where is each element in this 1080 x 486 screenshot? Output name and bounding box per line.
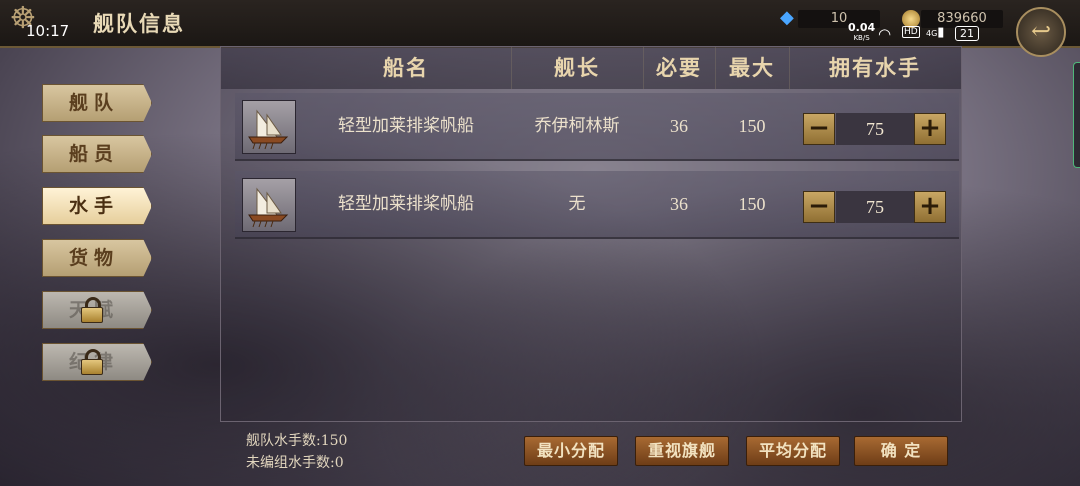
table-header: 船名 舰长 必要 最大 拥有水手: [221, 47, 961, 89]
lock-icon: [81, 297, 103, 323]
minus-button[interactable]: −: [803, 191, 835, 223]
ship-name: 轻型加莱排桨帆船: [338, 116, 474, 136]
focus-flagship-button[interactable]: 重视旗舰: [635, 436, 729, 466]
page-title: 舰队信息: [93, 11, 185, 36]
wifi-icon: ◠: [878, 25, 892, 43]
col-captain: 舰长: [511, 47, 644, 89]
sidebar-item-discipline[interactable]: 纪律: [42, 343, 152, 381]
minus-button[interactable]: −: [803, 113, 835, 145]
fleet-sailors-total: 舰队水手数:150: [246, 430, 347, 450]
unassigned-value: 0: [334, 455, 344, 471]
unassigned-label: 未编组水手数:: [246, 455, 335, 471]
sidebar-item-sailors[interactable]: 水手: [42, 187, 152, 225]
plus-button[interactable]: +: [914, 113, 946, 145]
hd-icon: HD: [902, 26, 920, 38]
ship-thumbnail[interactable]: [242, 178, 296, 232]
net-speed: 0.04 KB/S: [848, 21, 876, 42]
sidebar-item-crew[interactable]: 船员: [42, 135, 152, 173]
lock-icon: [81, 349, 103, 375]
unassigned-sailors: 未编组水手数:0: [246, 452, 344, 472]
col-max: 最大: [715, 47, 790, 89]
required-sailors: 36: [670, 116, 688, 136]
sidebar-item-talent[interactable]: 天赋: [42, 291, 152, 329]
top-bar: ☸ 10:17 舰队信息 ◆ 10 839660 0.04 KB/S ◠ HD …: [0, 0, 1080, 48]
col-required: 必要: [643, 47, 716, 89]
max-sailors: 150: [738, 116, 766, 136]
status-time: 10:17: [26, 22, 70, 40]
captain-name: 无: [568, 194, 586, 214]
table-row: 轻型加莱排桨帆船 乔伊柯林斯 36 150 − 75 +: [235, 93, 959, 161]
sidebar-item-fleet[interactable]: 舰队: [42, 84, 152, 122]
confirm-button[interactable]: 确 定: [854, 436, 948, 466]
col-sailors: 拥有水手: [829, 55, 921, 80]
min-alloc-button[interactable]: 最小分配: [524, 436, 618, 466]
captain-name: 乔伊柯林斯: [534, 116, 620, 136]
even-alloc-button[interactable]: 平均分配: [746, 436, 840, 466]
fleet-sailors-label: 舰队水手数:: [246, 433, 321, 449]
side-drawer-handle[interactable]: [1073, 62, 1080, 168]
signal-icon: 4G▮: [926, 25, 945, 40]
back-button[interactable]: ↩: [1016, 7, 1066, 57]
sailor-count: 75: [836, 113, 914, 145]
max-sailors: 150: [738, 194, 766, 214]
sailor-table: 船名 舰长 必要 最大 拥有水手 轻型加莱排桨帆船 乔伊柯林斯 36 150 −…: [220, 46, 962, 422]
ship-name: 轻型加莱排桨帆船: [338, 194, 474, 214]
sidebar-item-cargo[interactable]: 货物: [42, 239, 152, 277]
ship-thumbnail[interactable]: [242, 100, 296, 154]
plus-button[interactable]: +: [914, 191, 946, 223]
battery-icon: 21: [955, 26, 979, 41]
fleet-sailors-value: 150: [320, 433, 348, 449]
required-sailors: 36: [670, 194, 688, 214]
table-row: 轻型加莱排桨帆船 无 36 150 − 75 +: [235, 171, 959, 239]
sailor-count: 75: [836, 191, 914, 223]
col-ship-name: 船名: [301, 47, 512, 89]
gem-icon: ◆: [780, 7, 794, 28]
